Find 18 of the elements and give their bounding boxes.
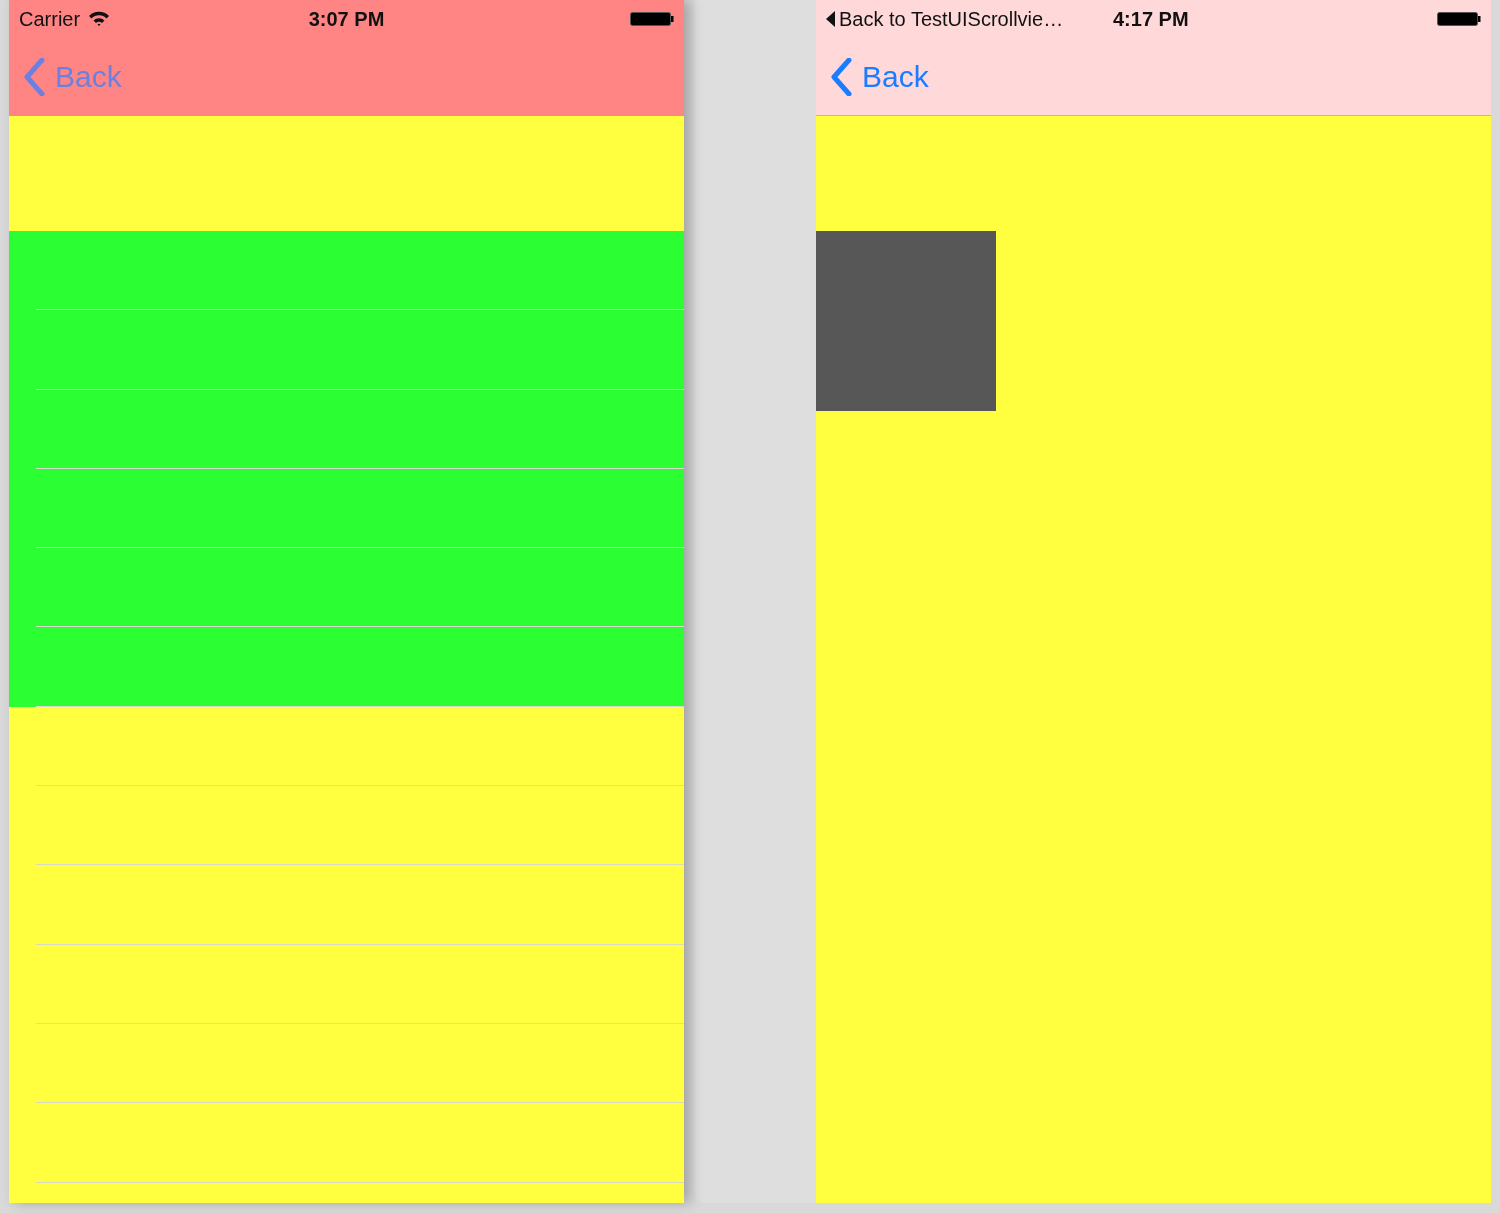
table-row[interactable] xyxy=(9,231,684,311)
table-row[interactable] xyxy=(9,389,684,469)
battery-icon xyxy=(630,11,674,27)
battery-icon xyxy=(1437,11,1481,27)
table-row[interactable] xyxy=(9,627,684,707)
table-row[interactable] xyxy=(9,548,684,628)
status-time: 3:07 PM xyxy=(308,7,385,31)
back-button[interactable]: Back xyxy=(830,57,929,96)
carrier-label: Carrier xyxy=(19,7,81,31)
chevron-left-icon xyxy=(23,58,45,96)
back-to-app-link[interactable]: Back to TestUIScrollvie… xyxy=(826,7,1064,31)
triangle-left-icon xyxy=(826,11,835,27)
wifi-icon xyxy=(88,11,111,27)
table-row[interactable] xyxy=(9,310,684,390)
chevron-left-icon xyxy=(830,57,852,96)
back-button[interactable]: Back xyxy=(23,58,122,96)
table-row[interactable] xyxy=(9,468,684,549)
status-time: 4:17 PM xyxy=(1113,7,1189,31)
